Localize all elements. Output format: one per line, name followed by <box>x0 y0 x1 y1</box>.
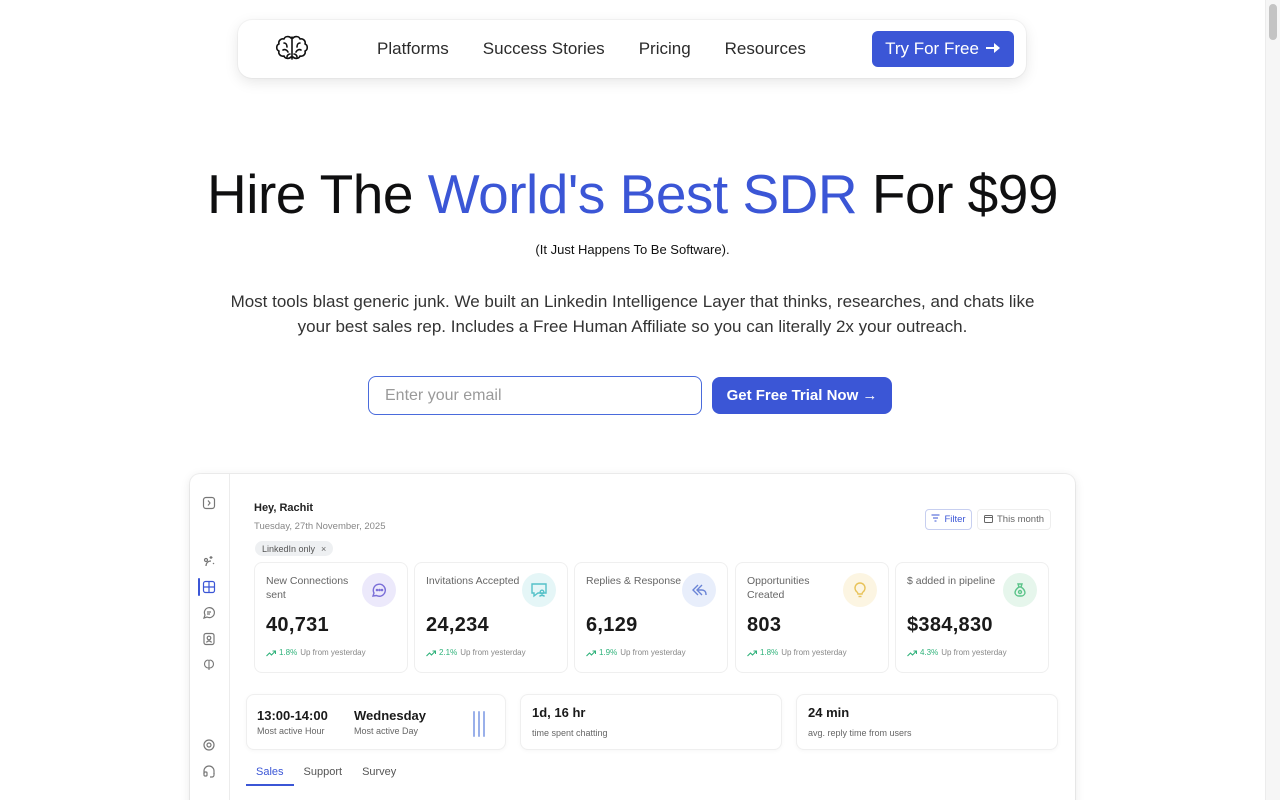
hero-title: Hire The World's Best SDR For $99 <box>0 162 1265 226</box>
stat-value: 803 <box>747 614 782 636</box>
hero-title-pre: Hire The <box>207 163 413 225</box>
trend-up-icon <box>426 649 436 656</box>
stat-label: Replies & Response <box>586 575 682 587</box>
most-active-hour: 13:00-14:00 <box>257 708 328 723</box>
contact-icon[interactable] <box>202 632 216 646</box>
stat-trend-label: Up from yesterday <box>620 648 686 657</box>
bars-icon <box>473 711 485 742</box>
hero-title-post: For $99 <box>871 163 1059 225</box>
top-navbar: Platforms Success Stories Pricing Resour… <box>238 20 1026 78</box>
tab-support[interactable]: Support <box>294 764 353 786</box>
dashboard-sidebar <box>190 474 230 800</box>
nav-link-platforms[interactable]: Platforms <box>377 39 449 59</box>
date-range-label: This month <box>997 514 1044 525</box>
tab-survey[interactable]: Survey <box>352 764 406 786</box>
hero-subtitle: (It Just Happens To Be Software). <box>535 242 730 257</box>
sidebar-toggle-icon[interactable] <box>202 496 216 510</box>
message-user-icon <box>522 573 556 607</box>
reply-time-card: 24 min avg. reply time from users <box>796 694 1058 750</box>
chatting-time-label: time spent chatting <box>532 728 608 738</box>
sparkle-icon[interactable] <box>202 554 216 568</box>
support-icon[interactable] <box>202 764 216 778</box>
filter-chip[interactable]: LinkedIn only × <box>255 541 334 556</box>
most-active-hour-label: Most active Hour <box>257 726 325 736</box>
stat-card-connections: New Connections sent 40,731 1.8% Up from… <box>254 562 408 673</box>
reply-time-value: 24 min <box>808 705 850 720</box>
stat-card-invitations: Invitations Accepted 24,234 2.1% Up from… <box>414 562 568 673</box>
brain-logo-icon[interactable] <box>274 33 310 65</box>
calendar-icon <box>984 514 993 526</box>
dashboard-tabs: Sales Support Survey <box>246 764 406 786</box>
nav-links: Platforms Success Stories Pricing Resour… <box>377 20 806 78</box>
stat-percent: 1.8% <box>279 648 298 657</box>
stat-value: 6,129 <box>586 614 638 636</box>
email-input[interactable] <box>368 376 702 415</box>
scrollbar-thumb[interactable] <box>1269 4 1277 40</box>
stat-percent: 1.8% <box>760 648 779 657</box>
stat-label: $ added in pipeline <box>907 575 996 587</box>
page-scrollbar[interactable] <box>1265 0 1280 800</box>
stat-trend-label: Up from yesterday <box>460 648 526 657</box>
filter-icon <box>931 514 940 525</box>
reply-icon <box>682 573 716 607</box>
date-range-button[interactable]: This month <box>977 509 1051 530</box>
stat-percent: 1.9% <box>599 648 618 657</box>
activity-card: 13:00-14:00 Most active Hour Wednesday M… <box>246 694 506 750</box>
money-bag-icon <box>1003 573 1037 607</box>
trend-up-icon <box>586 649 596 656</box>
nav-link-pricing[interactable]: Pricing <box>639 39 691 59</box>
most-active-day-label: Most active Day <box>354 726 419 736</box>
greeting: Hey, Rachit <box>254 502 314 514</box>
filter-label: Filter <box>944 514 966 525</box>
settings-icon[interactable] <box>202 738 216 752</box>
stat-card-pipeline: $ added in pipeline $384,830 4.3% Up fro… <box>895 562 1049 673</box>
most-active-day: Wednesday <box>354 708 427 723</box>
stat-percent: 4.3% <box>920 648 939 657</box>
tab-sales[interactable]: Sales <box>246 764 294 786</box>
lightbulb-icon <box>843 573 877 607</box>
hero-description: Most tools blast generic junk. We built … <box>230 292 1035 336</box>
sidebar-active-indicator <box>198 578 200 596</box>
message-icon[interactable] <box>202 606 216 620</box>
filter-button[interactable]: Filter <box>925 509 972 530</box>
stat-trend-label: Up from yesterday <box>300 648 366 657</box>
current-date: Tuesday, 27th November, 2025 <box>254 521 386 532</box>
try-for-free-label: Try For Free <box>885 39 979 58</box>
stat-trend-label: Up from yesterday <box>941 648 1007 657</box>
stat-trend-label: Up from yesterday <box>781 648 847 657</box>
trend-up-icon <box>266 649 276 656</box>
nav-link-resources[interactable]: Resources <box>725 39 806 59</box>
stat-trend: 1.8% Up from yesterday <box>747 648 847 657</box>
get-free-trial-button[interactable]: Get Free Trial Now → <box>712 377 892 414</box>
arrow-right-icon <box>985 39 1001 59</box>
stat-label: Opportunities Created <box>747 575 810 601</box>
nav-link-success-stories[interactable]: Success Stories <box>483 39 605 59</box>
brain-icon[interactable] <box>202 658 216 672</box>
grid-icon[interactable] <box>202 580 216 594</box>
stat-value: $384,830 <box>907 614 993 636</box>
reply-time-label: avg. reply time from users <box>808 728 912 738</box>
chatting-time-value: 1d, 16 hr <box>532 705 586 720</box>
stat-trend: 4.3% Up from yesterday <box>907 648 1007 657</box>
stat-card-replies: Replies & Response 6,129 1.9% Up from ye… <box>574 562 728 673</box>
stat-value: 24,234 <box>426 614 489 636</box>
stat-trend: 1.9% Up from yesterday <box>586 648 686 657</box>
try-for-free-button[interactable]: Try For Free <box>872 31 1014 67</box>
stat-label: New Connections sent <box>266 575 349 601</box>
trend-up-icon <box>747 649 757 656</box>
stat-trend: 2.1% Up from yesterday <box>426 648 526 657</box>
hero-title-accent: World's Best SDR <box>427 163 858 225</box>
chat-bubble-icon <box>362 573 396 607</box>
dashboard-preview: Hey, Rachit Tuesday, 27th November, 2025… <box>190 474 1075 800</box>
chip-close-icon[interactable]: × <box>321 544 326 554</box>
stat-label: Invitations Accepted <box>426 575 520 587</box>
stat-card-opportunities: Opportunities Created 803 1.8% Up from y… <box>735 562 889 673</box>
trend-up-icon <box>907 649 917 656</box>
stat-trend: 1.8% Up from yesterday <box>266 648 366 657</box>
chatting-time-card: 1d, 16 hr time spent chatting <box>520 694 782 750</box>
filter-chip-label: LinkedIn only <box>262 543 316 554</box>
stat-value: 40,731 <box>266 614 329 636</box>
stat-percent: 2.1% <box>439 648 458 657</box>
